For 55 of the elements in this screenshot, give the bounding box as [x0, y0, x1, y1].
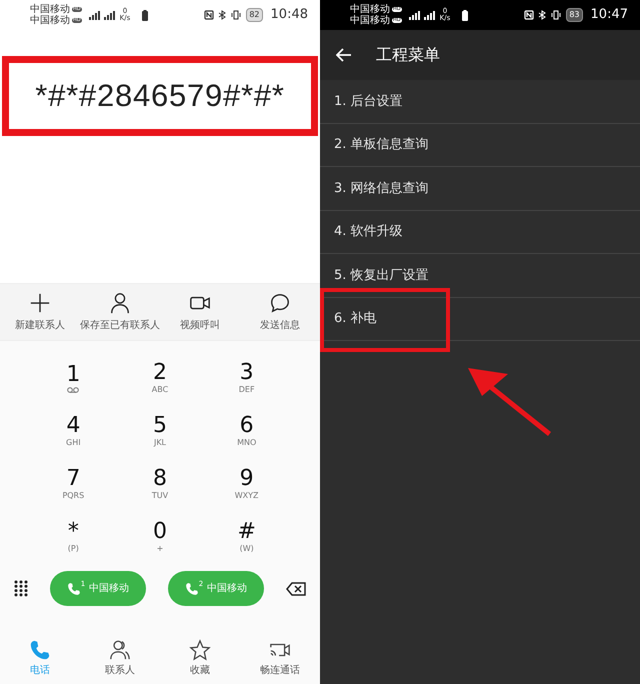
contacts-icon: [109, 638, 131, 660]
dial-key[interactable]: * (P): [30, 510, 117, 563]
carrier-name: 中国移动: [30, 4, 70, 15]
star-icon: [189, 638, 211, 660]
phone-icon: [66, 582, 81, 596]
vibrate-icon: [550, 10, 562, 20]
dial-key[interactable]: 1: [30, 351, 117, 404]
dial-key[interactable]: 5 JKL: [116, 404, 204, 457]
phone-icon: [184, 582, 199, 596]
nfc-icon: [524, 10, 534, 20]
dial-key[interactable]: 6 MNO: [203, 404, 290, 457]
menu-item[interactable]: 1. 后台设置: [320, 80, 640, 122]
back-arrow-icon[interactable]: [336, 48, 352, 62]
phone-icon: [29, 638, 51, 660]
clock: 10:48: [270, 6, 308, 24]
vibrate-icon: [230, 10, 242, 20]
nav-tab[interactable]: 畅连通话: [240, 632, 320, 684]
carrier-name: 中国移动: [350, 15, 390, 26]
dialpad-icon: [14, 580, 28, 598]
action-button[interactable]: 视频呼叫: [160, 284, 240, 340]
backspace-icon: [286, 582, 306, 596]
bluetooth-icon: [218, 10, 226, 20]
speech-bubble-icon: [269, 292, 291, 314]
battery-icon: [142, 10, 148, 20]
menu-item[interactable]: 6. 补电: [320, 298, 640, 340]
dial-key[interactable]: 9 WXYZ: [203, 457, 290, 510]
dial-key[interactable]: # (W): [203, 510, 290, 563]
bluetooth-icon: [538, 10, 546, 20]
menu-item[interactable]: 4. 软件升级: [320, 210, 640, 253]
screen-title: 工程菜单: [376, 44, 440, 66]
plus-icon: [29, 292, 51, 314]
dial-key[interactable]: 4 GHI: [30, 404, 117, 457]
action-button[interactable]: 保存至已有联系人: [80, 284, 160, 340]
dial-key[interactable]: 0 +: [116, 510, 204, 563]
action-button[interactable]: 新建联系人: [0, 284, 80, 340]
battery-icon: [462, 10, 468, 20]
carrier-name: 中国移动: [30, 15, 70, 26]
clock: 10:47: [590, 6, 628, 24]
action-button[interactable]: 发送信息: [240, 284, 320, 340]
nfc-icon: [204, 10, 214, 20]
dial-key[interactable]: 2 ABC: [116, 351, 204, 404]
nav-tab[interactable]: 收藏: [160, 632, 240, 684]
voicemail-icon: [67, 386, 80, 392]
nav-tab[interactable]: 联系人: [80, 632, 160, 684]
menu-item[interactable]: 3. 网络信息查询: [320, 167, 640, 210]
person-icon: [109, 292, 131, 314]
dialed-number: *#*#2846579#*#*: [35, 76, 285, 115]
carrier-name: 中国移动: [350, 4, 390, 15]
dial-key[interactable]: 8 TUV: [116, 457, 204, 510]
menu-item[interactable]: 2. 单板信息查询: [320, 124, 640, 166]
battery-level: 83: [566, 8, 583, 22]
dial-key[interactable]: 3 DEF: [203, 351, 290, 404]
dial-key[interactable]: 7 PQRS: [30, 457, 117, 510]
battery-level: 82: [246, 8, 263, 22]
menu-item[interactable]: 5. 恢复出厂设置: [320, 254, 640, 296]
